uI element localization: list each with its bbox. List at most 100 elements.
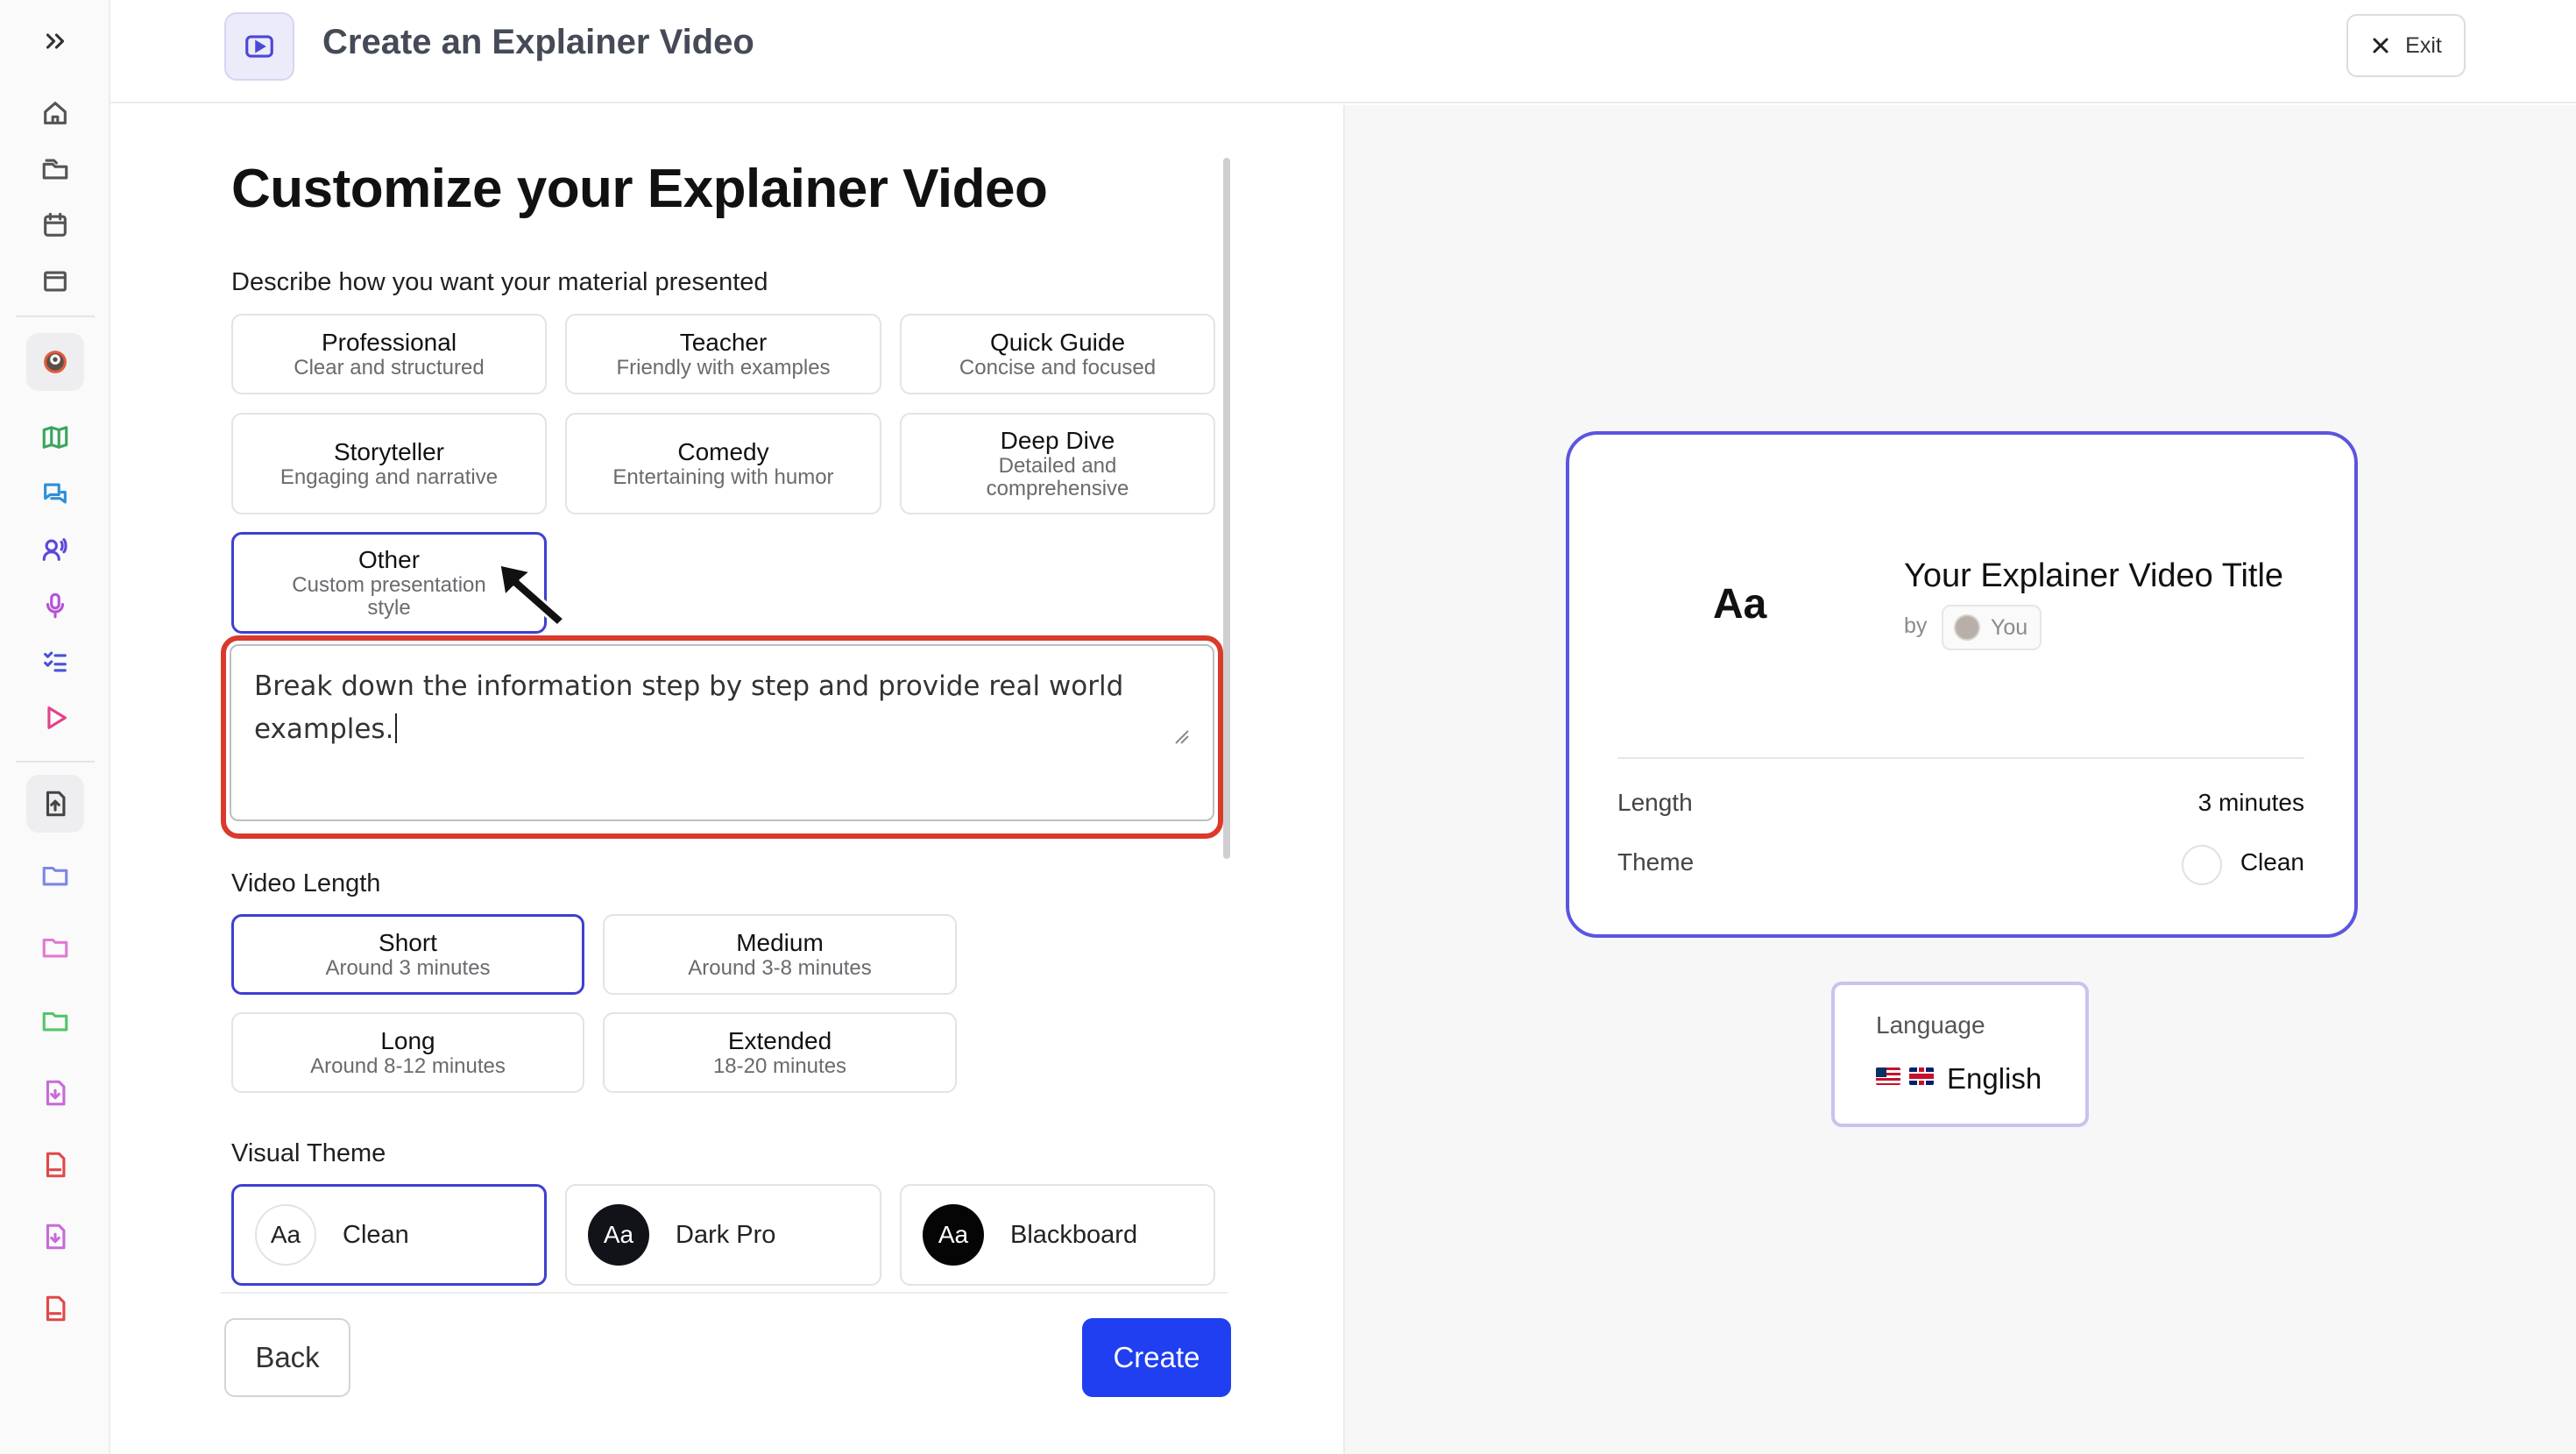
upload-nav-button[interactable] [26, 775, 84, 833]
length-option-medium[interactable]: Medium Around 3-8 minutes [603, 914, 957, 995]
form-scrollbar[interactable] [1223, 158, 1230, 859]
page-header-title: Create an Explainer Video [322, 23, 754, 61]
option-title: Professional [321, 329, 457, 356]
length-option-extended[interactable]: Extended 18-20 minutes [603, 1012, 957, 1093]
video-badge [224, 12, 294, 81]
preview-theme-value: Clean [2240, 848, 2304, 876]
close-icon [2373, 38, 2388, 53]
home-nav-button[interactable] [26, 84, 84, 142]
language-flags [1876, 1067, 1934, 1085]
preview-length-label: Length [1617, 789, 1693, 816]
theme-swatch [2182, 845, 2222, 885]
library-nav-button[interactable] [26, 140, 84, 198]
option-title: Teacher [679, 329, 768, 356]
style-option-deep-dive[interactable]: Deep Dive Detailed and comprehensive [900, 413, 1215, 514]
custom-style-text: Break down the information step by step … [254, 670, 1124, 745]
preview-theme-label: Theme [1617, 848, 1695, 876]
folder-icon [42, 866, 68, 886]
preview-title: Your Explainer Video Title [1904, 557, 2284, 594]
author-chip: You [1942, 605, 2042, 650]
create-button[interactable]: Create [1082, 1318, 1231, 1397]
style-section-label: Describe how you want your material pres… [231, 268, 768, 296]
style-option-professional[interactable]: Professional Clear and structured [231, 314, 547, 394]
file-nav-item[interactable] [26, 1280, 84, 1337]
rail-divider [16, 316, 95, 317]
option-subtitle: Friendly with examples [616, 356, 831, 379]
theme-label: Dark Pro [676, 1220, 776, 1249]
option-title: Other [357, 546, 421, 573]
pdf-icon [46, 1152, 66, 1178]
custom-style-textarea[interactable]: Break down the information step by step … [230, 644, 1214, 821]
theme-option-dark-pro[interactable]: Aa Dark Pro [565, 1184, 881, 1286]
option-subtitle: 18-20 minutes [712, 1054, 847, 1078]
text-caret [395, 713, 398, 743]
theme-badge: Aa [923, 1204, 984, 1266]
option-subtitle: Around 8-12 minutes [310, 1054, 506, 1078]
upload-file-icon [46, 791, 66, 817]
theme-option-blackboard[interactable]: Aa Blackboard [900, 1184, 1215, 1286]
author-name: You [1991, 614, 2028, 640]
chat-bubbles-icon [44, 483, 67, 504]
style-option-storyteller[interactable]: Storyteller Engaging and narrative [231, 413, 547, 514]
style-option-teacher[interactable]: Teacher Friendly with examples [565, 314, 881, 394]
length-section-label: Video Length [231, 869, 381, 897]
folder-nav-item[interactable] [26, 847, 84, 904]
form-title: Customize your Explainer Video [231, 159, 1048, 219]
tasks-nav-button[interactable] [26, 633, 84, 691]
home-icon [44, 102, 67, 124]
calendar-nav-button[interactable] [26, 196, 84, 254]
video-nav-button[interactable] [26, 689, 84, 747]
option-subtitle: Entertaining with humor [612, 465, 834, 489]
exit-label: Exit [2405, 32, 2442, 58]
option-title: Comedy [677, 438, 769, 465]
pdf-icon [46, 1295, 66, 1322]
option-title: Short [379, 929, 437, 956]
chat-nav-button[interactable] [26, 465, 84, 522]
profile-nav-button[interactable] [26, 333, 84, 391]
expand-sidebar-button[interactable] [26, 12, 84, 70]
option-title: Deep Dive [1000, 427, 1115, 454]
preview-divider [1617, 757, 2304, 759]
window-icon [44, 271, 67, 292]
option-title: Medium [736, 929, 824, 956]
option-title: Extended [727, 1027, 832, 1054]
theme-label: Clean [343, 1220, 409, 1249]
top-header: Create an Explainer Video Exit [110, 0, 2576, 103]
option-title: Storyteller [333, 438, 445, 465]
style-option-comedy[interactable]: Comedy Entertaining with humor [565, 413, 881, 514]
exit-button[interactable]: Exit [2346, 14, 2466, 77]
folder-stack-icon [42, 159, 68, 180]
avatar-icon [44, 351, 67, 373]
file-download-icon [46, 1080, 66, 1106]
length-option-long[interactable]: Long Around 8-12 minutes [231, 1012, 584, 1093]
window-nav-button[interactable] [26, 252, 84, 310]
file-nav-item[interactable] [26, 1136, 84, 1194]
option-subtitle: Around 3 minutes [325, 956, 491, 980]
map-nav-button[interactable] [26, 408, 84, 466]
theme-option-clean[interactable]: Aa Clean [231, 1184, 547, 1286]
length-option-short[interactable]: Short Around 3 minutes [231, 914, 584, 995]
voice-icon [42, 538, 67, 561]
option-subtitle: Concise and focused [959, 356, 1157, 379]
folder-nav-item[interactable] [26, 992, 84, 1050]
option-subtitle: Around 3-8 minutes [688, 956, 872, 980]
icon-sidebar [0, 0, 110, 1454]
map-icon [42, 426, 68, 449]
folder-nav-item[interactable] [26, 919, 84, 976]
chevrons-right-icon [46, 33, 65, 49]
language-value: English [1947, 1062, 2042, 1095]
language-label: Language [1876, 1011, 1985, 1039]
file-nav-item[interactable] [26, 1208, 84, 1266]
folder-green-icon [42, 1011, 68, 1032]
voice-nav-button[interactable] [26, 521, 84, 578]
mic-nav-button[interactable] [26, 577, 84, 635]
microphone-icon [46, 592, 65, 619]
preview-length-value: 3 minutes [2197, 789, 2304, 816]
language-card[interactable] [1831, 982, 2089, 1127]
theme-label: Blackboard [1010, 1220, 1138, 1249]
style-option-quick-guide[interactable]: Quick Guide Concise and focused [900, 314, 1215, 394]
back-button[interactable]: Back [224, 1318, 350, 1397]
file-nav-item[interactable] [26, 1064, 84, 1122]
folder-pink-icon [42, 938, 68, 958]
resize-handle-icon[interactable] [1172, 727, 1190, 745]
